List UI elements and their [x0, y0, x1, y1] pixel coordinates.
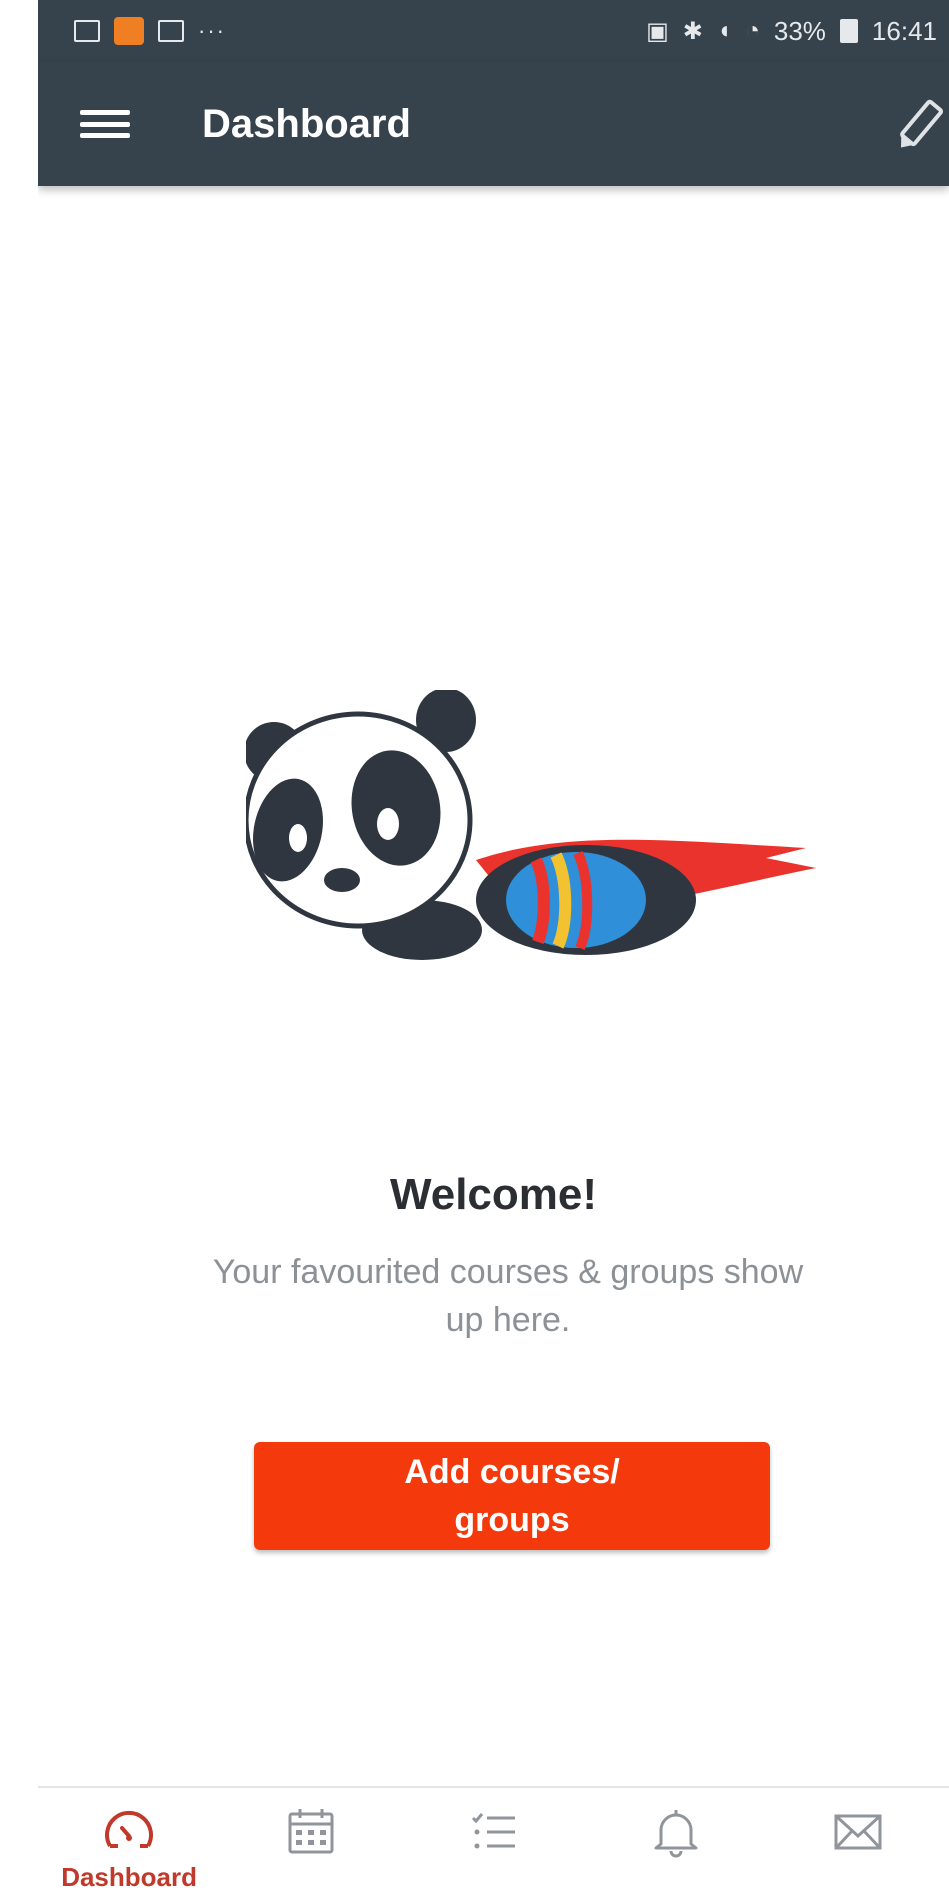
image-notification-icon [158, 20, 184, 42]
nav-item-dashboard[interactable]: Dashboard [38, 1788, 220, 1893]
more-notifications-icon: ··· [198, 18, 226, 43]
dashboard-gauge-icon [105, 1810, 154, 1848]
mute-icon: ◖ [716, 17, 732, 44]
hamburger-line [80, 121, 130, 127]
edit-button[interactable] [889, 96, 949, 156]
menu-button[interactable] [80, 104, 130, 144]
phone-screen: ··· ▣ ✱ ◖ ◔ 33% 16:41 Dashboard Welcome!… [38, 0, 949, 1893]
nav-item-messages[interactable] [767, 1788, 949, 1893]
bottom-navigation: Dashboard [38, 1786, 949, 1893]
battery-icon [839, 19, 858, 43]
status-notifications: ··· [74, 17, 226, 45]
lock-icon: ▣ [646, 17, 669, 45]
welcome-message: Your favourited courses & groups show up… [212, 1253, 804, 1339]
add-courses-groups-button[interactable]: Add courses/ groups [254, 1442, 770, 1550]
wifi-signal-icon: ◔ [745, 17, 760, 44]
nav-label-dashboard: Dashboard [61, 1862, 197, 1892]
app-bar: Dashboard [38, 62, 949, 186]
status-system: ▣ ✱ ◖ ◔ 33% 16:41 [646, 16, 937, 47]
nav-item-todo[interactable] [402, 1788, 584, 1893]
nav-item-calendar[interactable] [220, 1788, 402, 1893]
welcome-title: Welcome! [389, 1170, 598, 1219]
nav-item-notifications[interactable] [585, 1788, 767, 1893]
hamburger-line [80, 133, 130, 138]
status-bar: ··· ▣ ✱ ◖ ◔ 33% 16:41 [38, 0, 949, 62]
todo-list-icon [471, 1813, 515, 1849]
mail-icon [834, 1814, 882, 1850]
battery-percent: 33% [773, 15, 826, 46]
calendar-icon [288, 1809, 334, 1854]
app-notification-icon [114, 17, 144, 45]
flying-panda-illustration [246, 690, 816, 960]
page-title: Dashboard [202, 101, 411, 146]
clock: 16:41 [871, 15, 937, 46]
gallery-notification-icon [74, 20, 100, 42]
pencil-icon [900, 99, 944, 148]
bluetooth-icon: ✱ [682, 17, 703, 45]
hamburger-icon [80, 110, 130, 115]
bell-icon [654, 1810, 698, 1858]
